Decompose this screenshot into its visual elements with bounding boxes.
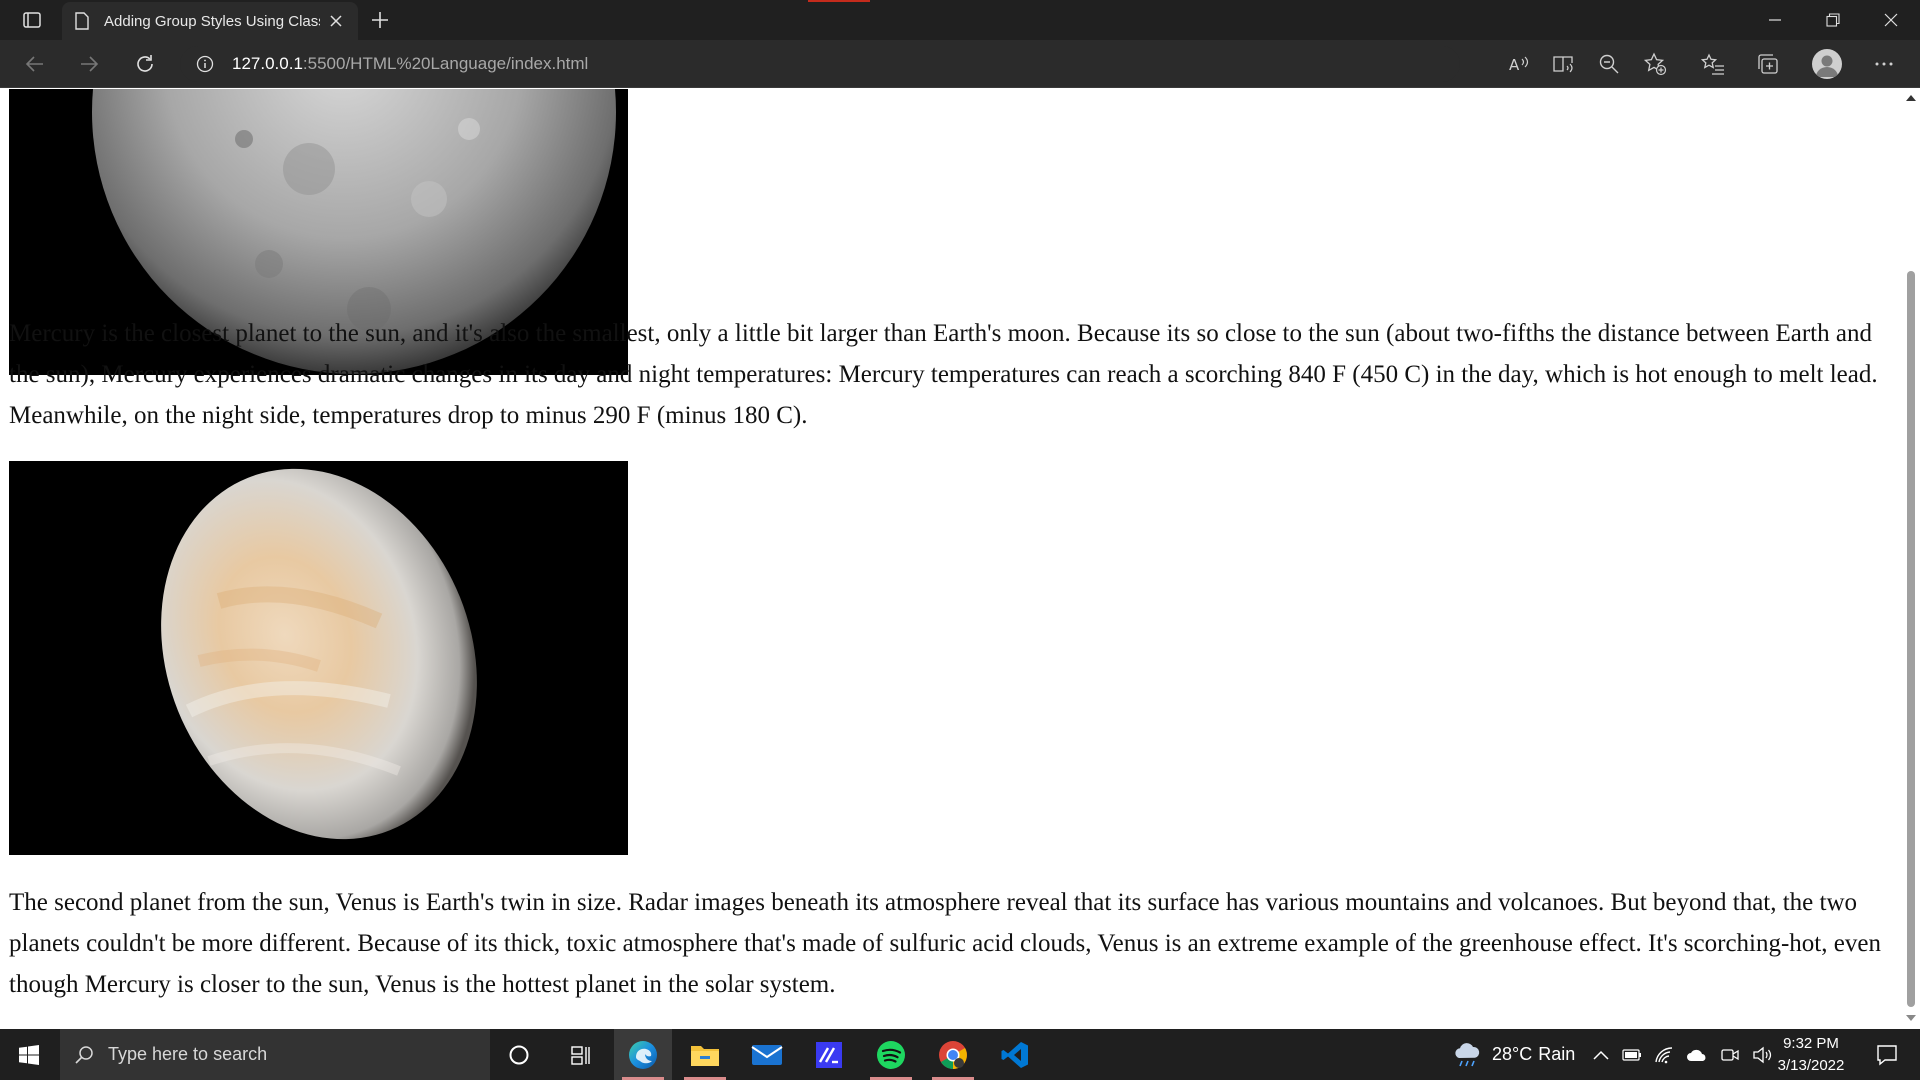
- cortana-icon[interactable]: [490, 1029, 548, 1080]
- rain-cloud-icon: [1455, 1042, 1480, 1066]
- meet-now-icon[interactable]: [1720, 1046, 1740, 1064]
- weather-condition: Rain: [1538, 1044, 1576, 1064]
- scroll-up-arrow-icon[interactable]: [1906, 95, 1916, 101]
- file-explorer-icon[interactable]: [676, 1029, 734, 1080]
- tab-actions-icon[interactable]: [14, 8, 50, 32]
- onedrive-icon[interactable]: [1686, 1048, 1708, 1062]
- immersive-reader-icon[interactable]: [1547, 48, 1581, 80]
- collections-icon[interactable]: [1751, 48, 1785, 80]
- spotify-icon[interactable]: [862, 1029, 920, 1080]
- tab-bar: Adding Group Styles Using Class: [0, 0, 1920, 40]
- chrome-icon[interactable]: [924, 1029, 982, 1080]
- close-tab-icon[interactable]: [328, 13, 344, 29]
- clock-date: 3/13/2022: [1777, 1057, 1845, 1074]
- mail-icon[interactable]: [738, 1029, 796, 1080]
- forward-icon[interactable]: [72, 48, 106, 80]
- profile-avatar[interactable]: [1812, 49, 1842, 79]
- url-path: :5500/HTML%20Language/index.html: [302, 54, 589, 73]
- ide-icon[interactable]: [800, 1029, 858, 1080]
- page-icon: [75, 12, 89, 30]
- venus-paragraph: The second planet from the sun, Venus is…: [9, 889, 1881, 998]
- battery-icon[interactable]: [1622, 1048, 1642, 1062]
- tab-title: Adding Group Styles Using Class: [104, 12, 320, 30]
- weather-temp: 28°C: [1492, 1044, 1533, 1064]
- search-icon: [75, 1045, 93, 1064]
- task-view-icon[interactable]: [552, 1029, 610, 1080]
- minimize-icon[interactable]: [1752, 0, 1798, 40]
- browser-tab[interactable]: Adding Group Styles Using Class: [62, 2, 358, 40]
- site-info-icon[interactable]: [196, 55, 214, 73]
- chevron-up-icon[interactable]: [1592, 1049, 1610, 1061]
- vscode-icon[interactable]: [986, 1029, 1044, 1080]
- scroll-down-arrow-icon[interactable]: [1906, 1015, 1916, 1021]
- page-scrollbar[interactable]: [1902, 89, 1920, 1029]
- taskbar-clock[interactable]: 9:32 PM 3/13/2022: [1768, 1033, 1854, 1077]
- scroll-thumb[interactable]: [1907, 271, 1915, 1007]
- svg-text:A: A: [1509, 56, 1520, 74]
- system-tray: [1592, 1029, 1772, 1080]
- refresh-icon[interactable]: [128, 48, 162, 80]
- add-favorite-icon[interactable]: [1638, 48, 1672, 80]
- close-window-icon[interactable]: [1868, 0, 1914, 40]
- wifi-icon[interactable]: [1654, 1046, 1674, 1064]
- read-aloud-icon[interactable]: A: [1502, 48, 1536, 80]
- windows-logo-icon: [19, 1044, 39, 1065]
- restore-icon[interactable]: [1810, 0, 1856, 40]
- address-bar[interactable]: 127.0.0.1:5500/HTML%20Language/index.htm…: [180, 46, 1460, 82]
- venus-planet-image: [9, 461, 628, 855]
- zoom-out-icon[interactable]: [1592, 48, 1626, 80]
- recording-indicator: [808, 0, 870, 2]
- url-host: 127.0.0.1: [232, 54, 303, 73]
- mercury-paragraph: Mercury is the closest planet to the sun…: [9, 320, 1878, 429]
- clock-time: 9:32 PM: [1783, 1035, 1839, 1052]
- taskbar-search[interactable]: Type here to search: [60, 1029, 490, 1080]
- page-viewport: Mercury is the closest planet to the sun…: [0, 89, 1902, 1029]
- notifications-icon[interactable]: [1862, 1029, 1912, 1080]
- weather-widget[interactable]: 28°C Rain: [1452, 1029, 1575, 1080]
- search-placeholder: Type here to search: [108, 1044, 268, 1064]
- edge-icon[interactable]: [614, 1029, 672, 1080]
- favorites-icon[interactable]: [1696, 48, 1730, 80]
- windows-taskbar: Type here to search 28°C Rain 9:32 PM 3/…: [0, 1029, 1920, 1080]
- start-button[interactable]: [0, 1029, 58, 1080]
- new-tab-icon[interactable]: [368, 8, 392, 32]
- browser-toolbar: 127.0.0.1:5500/HTML%20Language/index.htm…: [0, 40, 1920, 88]
- back-icon[interactable]: [18, 48, 52, 80]
- more-icon[interactable]: [1867, 48, 1901, 80]
